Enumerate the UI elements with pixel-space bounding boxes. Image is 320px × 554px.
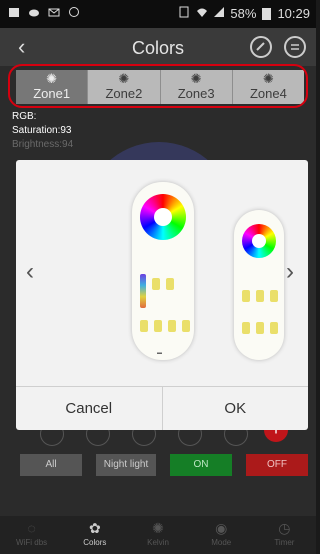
nav-wifi[interactable]: ◌ WiFi dbs [0,516,63,554]
rgb-readout: RGB: [12,111,37,122]
battery-percent: 58% [230,6,257,21]
nav-label: Kelvin [147,538,169,547]
dialog-buttons: Cancel OK [16,386,308,430]
remote-logo: ▬ [157,350,162,356]
next-arrow[interactable]: › [286,258,294,286]
clock-icon: ◷ [278,520,291,536]
on-button[interactable]: ON [170,454,232,476]
remote-keys-row [140,320,190,332]
alarm-icon [68,6,80,18]
bulb-icon: ✺ [262,71,274,86]
nav-label: Timer [274,538,295,547]
nfc-icon [178,6,190,21]
title-bar: ‹ Colors [0,28,316,66]
brightness-readout: Brightness:94 [12,139,74,150]
previous-arrow[interactable]: ‹ [26,258,34,286]
zone-tab-2[interactable]: ✺ Zone2 [88,70,161,104]
night-light-button[interactable]: Night light [96,454,156,476]
zone-label: Zone2 [105,86,143,101]
nav-kelvin[interactable]: ✺ Kelvin [126,516,189,554]
remote-image-2[interactable] [234,210,284,360]
bulb-outline-icon: ◌ [27,520,36,536]
remote-image-1[interactable]: ▬ [132,182,194,360]
remote-wheel-center [154,208,172,226]
sync-icon[interactable] [284,36,306,58]
nav-label: Mode [211,538,232,547]
color-info: RGB: Saturation:93 Brightness:94 [12,110,73,152]
mail-icon [48,6,60,18]
remote-select-dialog: ‹ › ▬ Cancel OK [16,160,308,430]
remote-keys-row [242,322,278,334]
clock: 10:29 [277,6,310,21]
sun-icon: ✺ [152,520,164,536]
bulb-icon: ✺ [46,71,58,86]
zone-label: Zone3 [177,86,215,101]
signal-icon [214,6,225,21]
link-icon[interactable] [250,36,272,58]
mode-icon: ◉ [215,520,228,536]
cloud-icon [28,6,40,18]
all-button[interactable]: All [20,454,82,476]
palette-icon: ✿ [88,520,101,536]
nav-label: Colors [83,538,107,547]
cancel-button[interactable]: Cancel [16,387,162,430]
zone-tab-4[interactable]: ✺ Zone4 [232,70,304,104]
battery-icon [262,7,272,20]
remote-keys-row [242,290,278,302]
zone-tab-3[interactable]: ✺ Zone3 [160,70,233,104]
notification-icon [8,6,20,18]
remote-wheel-center [252,234,266,248]
saturation-readout: Saturation:93 [12,125,72,136]
remote-keys-row [152,278,174,290]
wifi-icon [196,6,208,21]
nav-mode[interactable]: ◉ Mode [190,516,253,554]
zone-label: Zone1 [33,86,71,101]
bulb-icon: ✺ [190,71,202,86]
bottom-nav: ◌ WiFi dbs ✿ Colors ✺ Kelvin ◉ Mode ◷ Ti… [0,516,316,554]
ok-button[interactable]: OK [161,387,309,430]
app-screen: 58% 10:29 ‹ Colors ✺ Zone1 ✺ Zone2 ✺ Zon… [0,0,316,554]
off-button[interactable]: OFF [246,454,308,476]
bulb-icon: ✺ [118,71,130,86]
nav-label: WiFi dbs [16,538,48,547]
nav-timer[interactable]: ◷ Timer [253,516,316,554]
status-bar: 58% 10:29 [0,0,316,28]
zone-tab-1[interactable]: ✺ Zone1 [16,70,89,104]
zone-label: Zone4 [249,86,287,101]
remote-color-strip [140,274,146,308]
zone-selector: ✺ Zone1 ✺ Zone2 ✺ Zone3 ✺ Zone4 [8,64,308,108]
nav-colors[interactable]: ✿ Colors [63,516,126,554]
